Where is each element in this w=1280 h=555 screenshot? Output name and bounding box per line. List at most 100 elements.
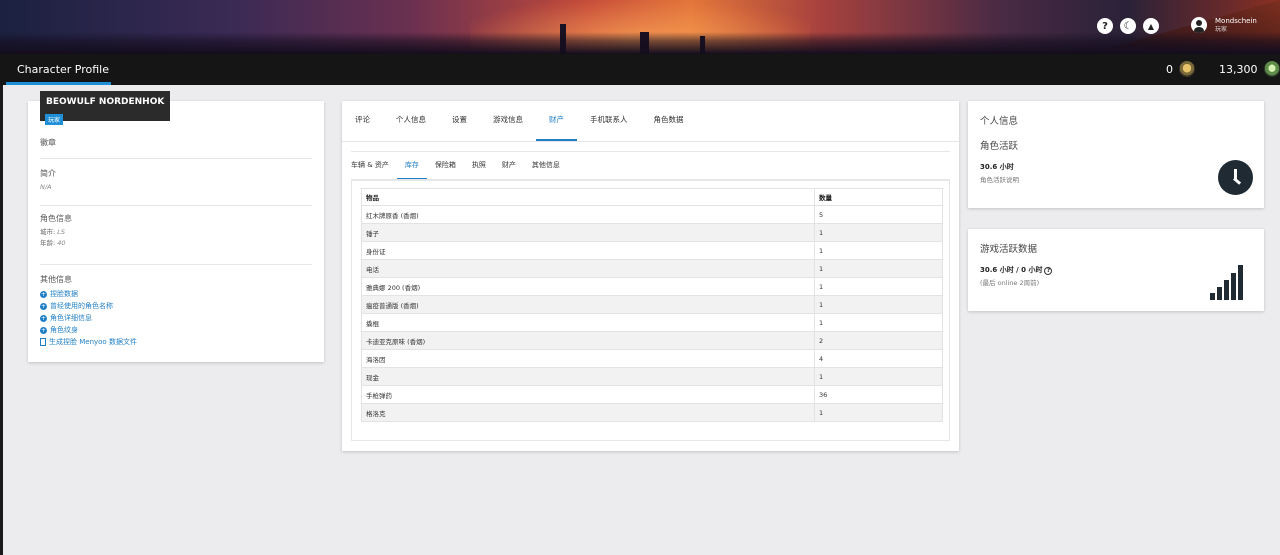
user-role: 玩家 (1215, 26, 1228, 33)
activity-card-subtitle: 角色活跃 (980, 141, 1019, 152)
other-info-label: 其他信息 (40, 275, 72, 284)
coin-icon (1179, 61, 1195, 77)
table-row: 瘟疫普通版 (香烟) 1 (361, 295, 943, 314)
currency-a: 0 (1166, 61, 1195, 77)
intro-value: N/A (40, 183, 52, 191)
item-name-cell: 卡迪亚克原味 (香烟) (361, 331, 815, 350)
item-name-cell: 锤子 (361, 223, 815, 242)
file-icon (40, 338, 46, 346)
subtab-licenses[interactable]: 执照 (464, 152, 494, 180)
subtab-other-info[interactable]: 其他信息 (524, 152, 568, 180)
link-menyoo-file[interactable]: 生成捏脸 Menyoo 数据文件 (40, 336, 312, 348)
divider (40, 264, 312, 265)
subtab-safe[interactable]: 保险箱 (427, 152, 464, 180)
subtab-property[interactable]: 财产 (494, 152, 524, 180)
tab-phone-contacts[interactable]: 手机联系人 (577, 101, 641, 141)
user-avatar-icon (1191, 17, 1207, 33)
currency-a-value: 0 (1166, 62, 1173, 76)
item-quantity-cell: 1 (814, 223, 943, 242)
badge-section: 徽章 (40, 137, 312, 148)
game-activity-title: 游戏活跃数据 (980, 244, 1038, 255)
item-name-cell: 身份证 (361, 241, 815, 260)
item-name-cell: 撬棍 (361, 313, 815, 332)
tab-game-info[interactable]: 游戏信息 (480, 101, 536, 141)
table-header-row: 物品 数量 (361, 188, 943, 206)
inventory-table: 物品 数量 红木牌原香 (香烟) 5 锤子 1 身份证 1 电话 1 雅典娜 200 (香烟) 1… (361, 188, 943, 422)
header-banner: ? ☾ ▲ Mondschein 玩家 (0, 0, 1280, 54)
inventory-panel: 物品 数量 红木牌原香 (香烟) 5 锤子 1 身份证 1 电话 1 雅典娜 200 (香烟) 1… (351, 180, 950, 441)
item-name-cell: 手枪弹药 (361, 385, 815, 404)
help-icon[interactable]: ? (1097, 18, 1113, 34)
item-name-cell: 海洛因 (361, 349, 815, 368)
tabs-divider (342, 141, 959, 142)
game-activity-note: (最后 online 2周前) (980, 279, 1040, 287)
subtab-inventory[interactable]: 库存 (396, 152, 427, 180)
tab-character-data[interactable]: 角色数据 (641, 101, 697, 141)
clock-icon (1218, 160, 1253, 195)
currency-b-value: 13,300 (1219, 62, 1258, 76)
table-row: 电话 1 (361, 259, 943, 278)
item-quantity-cell: 1 (814, 295, 943, 314)
table-row: 身份证 1 (361, 241, 943, 260)
main-tabs: 评论 个人信息 设置 游戏信息 财产 手机联系人 角色数据 (342, 101, 697, 141)
activity-note: 角色活跃说明 (980, 176, 1019, 184)
item-quantity-cell: 1 (814, 367, 943, 386)
item-quantity-cell: 4 (814, 349, 943, 368)
table-row: 海洛因 4 (361, 349, 943, 368)
item-quantity-cell: 1 (814, 277, 943, 296)
page-title-underline (6, 82, 111, 85)
activity-card: 个人信息 角色活跃 30.6 小时 角色活跃说明 (968, 101, 1264, 208)
intro-label: 简介 (40, 169, 56, 178)
subtab-vehicles-assets[interactable]: 车辆 & 资产 (351, 152, 397, 180)
age-label: 年龄: (40, 239, 56, 247)
link-face-data[interactable]: + 捏脸数据 (40, 288, 312, 300)
item-name-cell: 雅典娜 200 (香烟) (361, 277, 815, 296)
item-quantity-cell: 1 (814, 313, 943, 332)
game-activity-card: 游戏活跃数据 30.6 小时 / 0 小时? (最后 online 2周前) (968, 229, 1264, 311)
token-icon (1263, 61, 1280, 77)
help-circle-icon[interactable]: ? (1044, 266, 1053, 275)
item-quantity-cell: 5 (814, 205, 943, 224)
sub-tabs: 车辆 & 资产 库存 保险箱 执照 财产 其他信息 (351, 151, 950, 180)
game-activity-hours: 30.6 小时 / 0 小时? (980, 265, 1053, 275)
signal-bars-icon (1210, 265, 1243, 300)
table-row: 卡迪亚克原味 (香烟) 2 (361, 331, 943, 350)
bell-icon[interactable]: ▲ (1143, 18, 1159, 34)
link-previous-names[interactable]: + 曾经使用的角色名称 (40, 300, 312, 312)
tab-settings[interactable]: 设置 (439, 101, 480, 141)
banner-city-skyline (0, 32, 1280, 54)
item-name-cell: 红木牌原香 (香烟) (361, 205, 815, 224)
item-quantity-cell: 1 (814, 403, 943, 422)
profile-card: BEOWULF NORDENHOK 玩家 徽章 简介 N/A 角色信息 城市: … (28, 91, 324, 362)
moon-icon[interactable]: ☾ (1120, 18, 1136, 34)
plus-circle-icon: + (40, 326, 47, 334)
item-quantity-cell: 1 (814, 241, 943, 260)
city-label: 城市: (40, 228, 56, 236)
table-row: 现金 1 (361, 367, 943, 386)
table-row: 撬棍 1 (361, 313, 943, 332)
table-row: 手枪弹药 36 (361, 385, 943, 404)
link-tattoos[interactable]: + 角色纹身 (40, 324, 312, 336)
page-title: Character Profile (17, 63, 110, 76)
user-menu[interactable]: Mondschein 玩家 (1191, 17, 1257, 33)
table-row: 雅典娜 200 (香烟) 1 (361, 277, 943, 296)
intro-section: 简介 N/A (40, 168, 312, 193)
currency-b: 13,300 (1219, 61, 1280, 77)
inventory-table-body: 红木牌原香 (香烟) 5 锤子 1 身份证 1 电话 1 雅典娜 200 (香烟) 1 瘟疫普通版 … (361, 205, 943, 422)
city-value: LS (57, 228, 66, 236)
divider (40, 158, 312, 159)
item-quantity-cell: 2 (814, 331, 943, 350)
link-character-details[interactable]: + 角色详细信息 (40, 312, 312, 324)
activity-card-title: 个人信息 (980, 116, 1019, 127)
tab-personal-info[interactable]: 个人信息 (383, 101, 439, 141)
divider (40, 205, 312, 206)
plus-circle-icon: + (40, 290, 47, 298)
user-name: Mondschein (1215, 17, 1257, 25)
character-info-label: 角色信息 (40, 214, 72, 223)
tab-property[interactable]: 财产 (536, 101, 577, 141)
table-row: 红木牌原香 (香烟) 5 (361, 205, 943, 224)
tab-comments[interactable]: 评论 (342, 101, 383, 141)
property-card: 评论 个人信息 设置 游戏信息 财产 手机联系人 角色数据 车辆 & 资产 库存… (342, 101, 959, 451)
plus-circle-icon: + (40, 314, 47, 322)
other-info-section: 其他信息 + 捏脸数据 + 曾经使用的角色名称 + 角色详细信息 + 角色纹身 生成捏脸… (40, 274, 312, 348)
